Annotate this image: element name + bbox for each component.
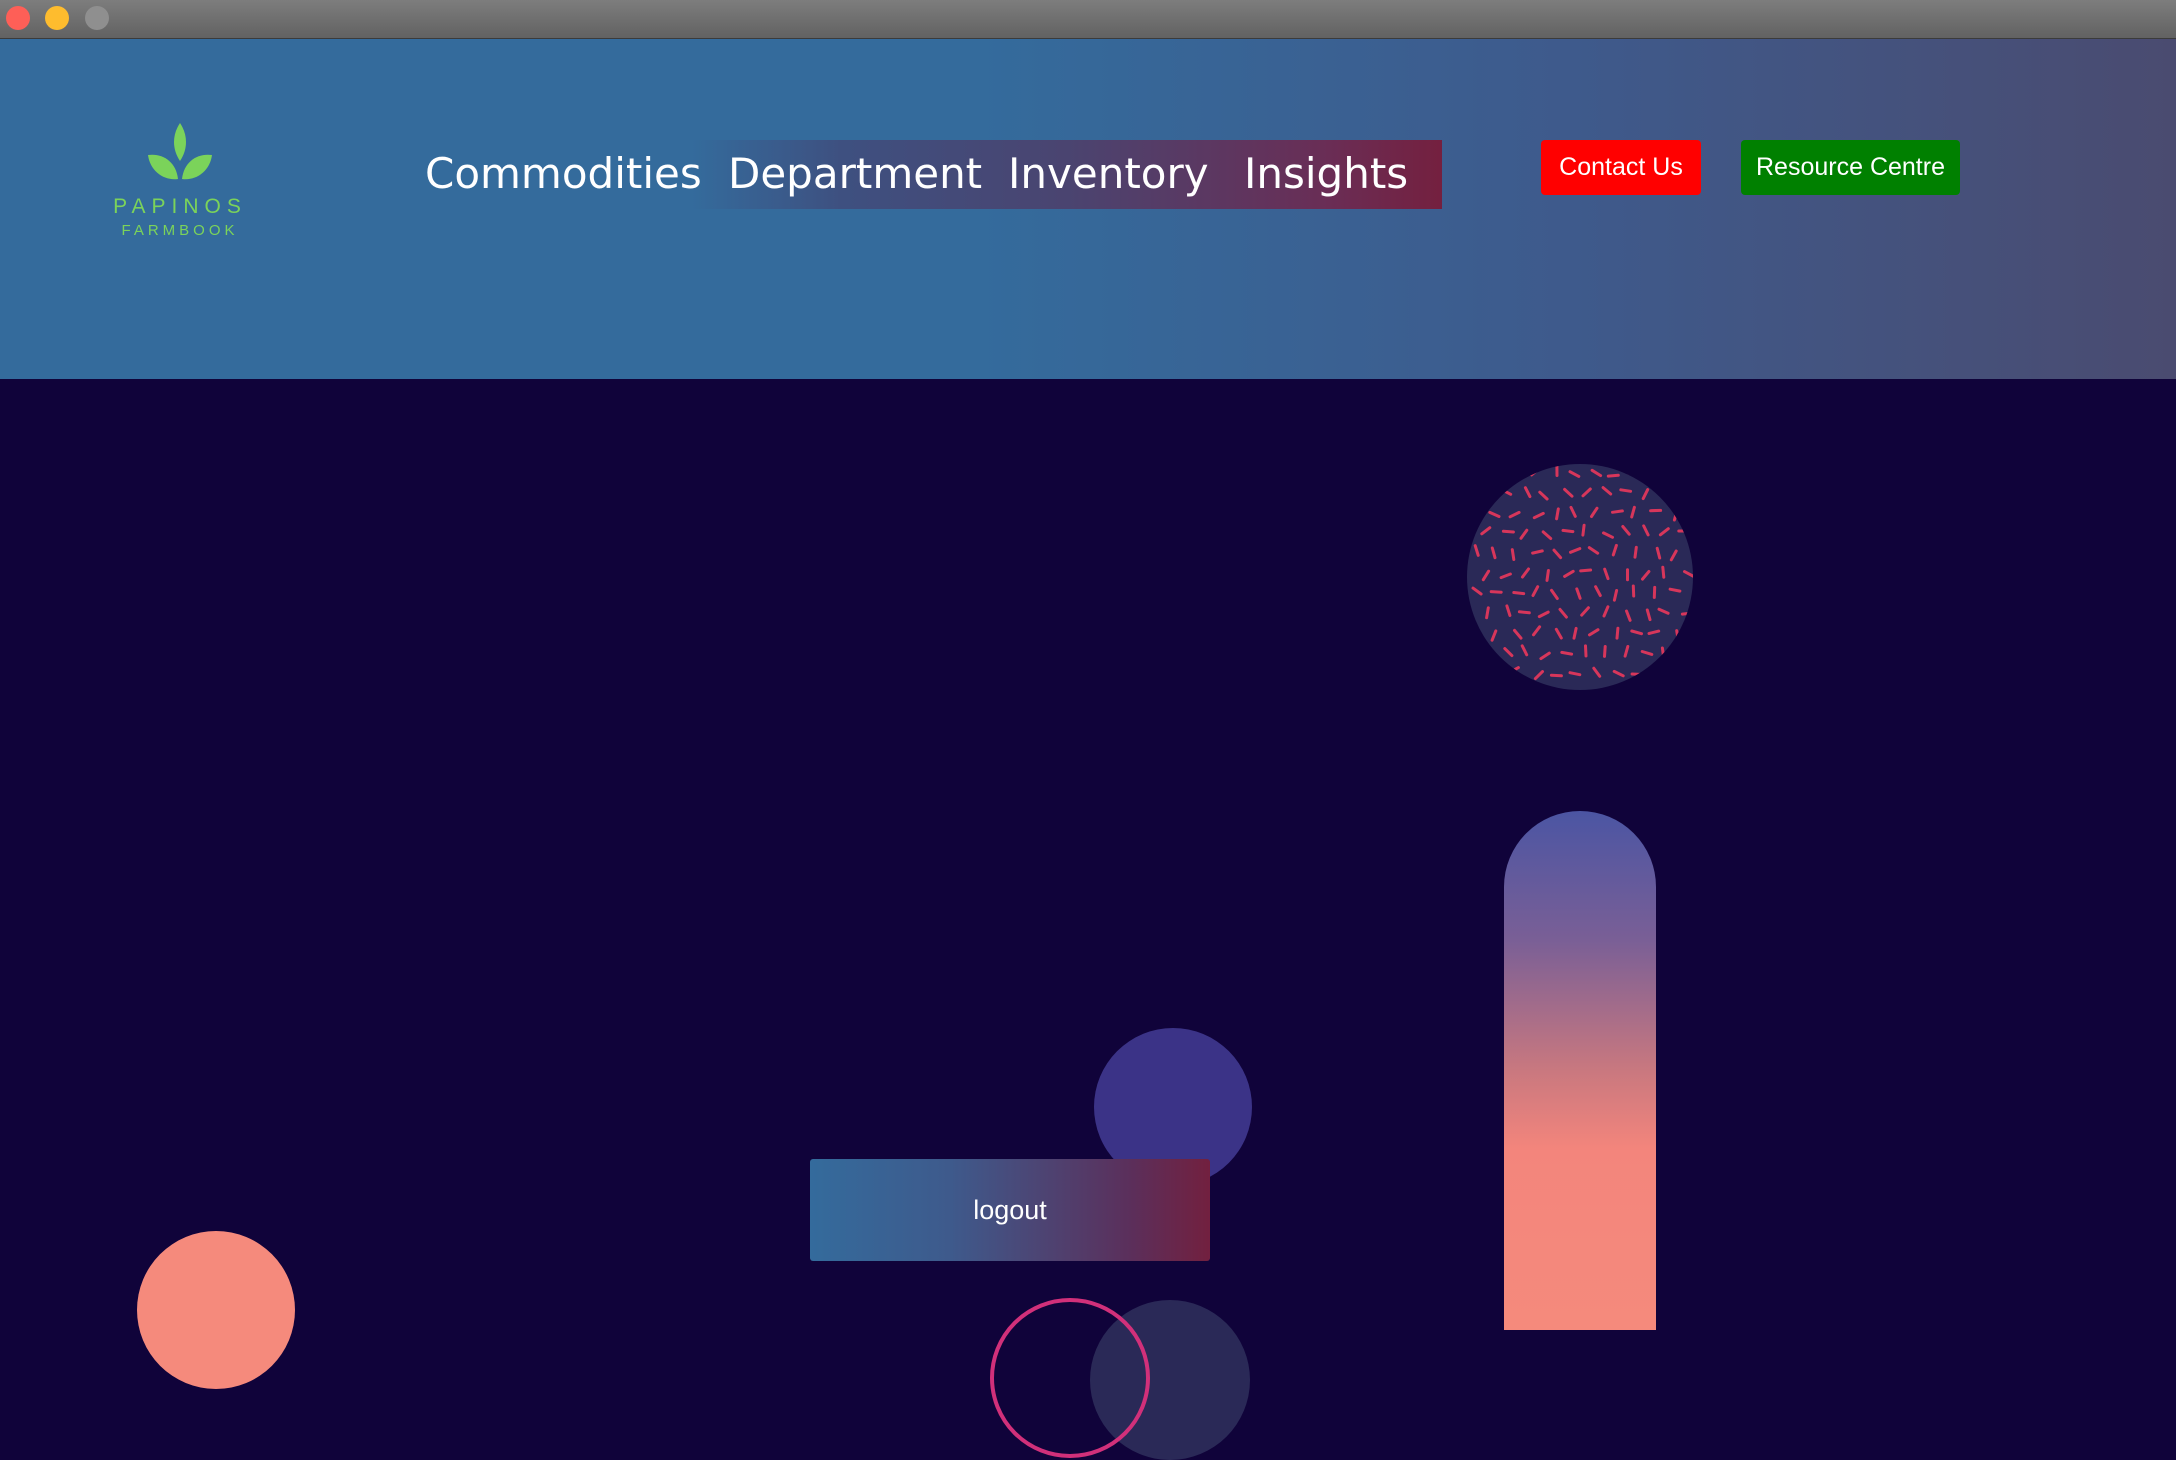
- pattern-dash: [1563, 530, 1573, 531]
- pattern-dash: [1617, 628, 1618, 638]
- nav-item-inventory[interactable]: Inventory: [1008, 149, 1209, 199]
- pattern-dash: [1670, 589, 1680, 591]
- brand-logo[interactable]: PAPINOS FARMBOOK: [110, 121, 250, 251]
- nav-item-insights[interactable]: Insights: [1244, 149, 1408, 199]
- pattern-dash: [1519, 612, 1529, 613]
- pattern-dash: [1605, 647, 1606, 657]
- pattern-dash: [1491, 592, 1501, 593]
- pattern-dash: [1514, 593, 1524, 594]
- window-titlebar: [0, 0, 2176, 39]
- close-window-button[interactable]: [6, 6, 30, 30]
- pattern-dash: [1613, 511, 1623, 512]
- pattern-dash: [1485, 489, 1492, 496]
- pattern-dash: [1663, 567, 1664, 577]
- pattern-dash: [1581, 570, 1591, 571]
- pattern-dash: [1629, 472, 1639, 473]
- pattern-dash: [1483, 651, 1493, 654]
- pattern-dash: [1621, 490, 1631, 492]
- pattern-dash: [1503, 531, 1513, 532]
- nav-item-commodities[interactable]: Commodities: [425, 149, 702, 199]
- coral-circle-decoration: [137, 1231, 295, 1389]
- pattern-dash: [1668, 487, 1670, 497]
- pattern-dash: [1682, 613, 1692, 614]
- pattern-dash: [1678, 652, 1688, 655]
- pattern-dash: [1551, 675, 1561, 676]
- site-header: PAPINOS FARMBOOK Commodities Department …: [0, 39, 2176, 379]
- pattern-dash: [1512, 550, 1514, 560]
- pattern-dash: [1487, 608, 1489, 618]
- pattern-dash: [1570, 673, 1580, 675]
- contact-us-button[interactable]: Contact Us: [1541, 140, 1701, 195]
- pattern-dash: [1662, 648, 1663, 658]
- brand-name: PAPINOS: [110, 195, 250, 219]
- patterned-circle-decoration: [1466, 463, 1694, 691]
- pink-ring-decoration: [990, 1298, 1150, 1458]
- gradient-pill-decoration: [1504, 811, 1656, 1330]
- pattern-dash: [1557, 509, 1559, 519]
- logout-button[interactable]: logout: [810, 1159, 1210, 1261]
- pattern-dash: [1632, 674, 1642, 675]
- pattern-dash: [1472, 509, 1479, 516]
- pattern-dash: [1547, 571, 1548, 581]
- pattern-dash: [1635, 547, 1636, 557]
- minimize-window-button[interactable]: [45, 6, 69, 30]
- nav-item-department[interactable]: Department: [728, 149, 982, 199]
- pattern-dash: [1653, 468, 1655, 478]
- zoom-window-button[interactable]: [85, 6, 109, 30]
- pattern-dash: [1472, 628, 1477, 636]
- pattern-dash: [1608, 475, 1618, 476]
- pattern-dash: [1652, 667, 1657, 676]
- resource-centre-button[interactable]: Resource Centre: [1741, 140, 1960, 195]
- pattern-dash: [1473, 667, 1475, 677]
- pattern-dash: [1677, 631, 1679, 641]
- pattern-dash: [1583, 525, 1584, 535]
- pattern-dash: [1673, 469, 1682, 474]
- pattern-dash: [1471, 472, 1480, 476]
- pattern-dash: [1682, 490, 1691, 495]
- leaf-icon: [146, 121, 214, 185]
- pattern-dash: [1562, 652, 1572, 654]
- pattern-dash: [1510, 668, 1519, 673]
- pattern-dash: [1586, 646, 1587, 656]
- pattern-dash: [1492, 674, 1501, 678]
- pattern-dash: [1512, 471, 1515, 481]
- brand-tagline: FARMBOOK: [110, 222, 250, 239]
- pattern-dash: [1574, 628, 1576, 638]
